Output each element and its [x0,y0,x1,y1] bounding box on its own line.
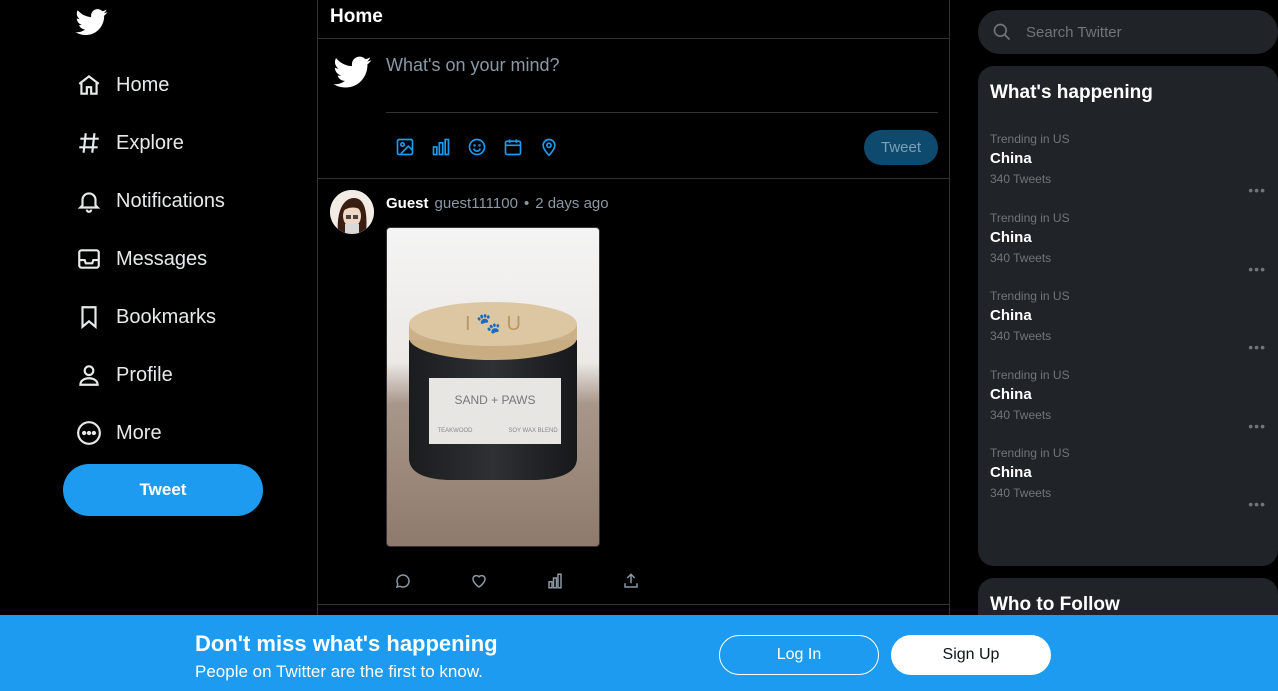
trend-context: Trending in US [990,132,1070,146]
avatar[interactable] [330,190,374,234]
schedule-icon[interactable] [502,136,524,158]
trend-context: Trending in US [990,368,1070,382]
hashtag-icon [74,128,104,158]
nav-home[interactable]: Home [74,65,169,105]
tweet-composer: What's on your mind? Tweet [318,39,949,179]
trend-item[interactable]: Trending in US China 340 Tweets ••• [990,446,1266,524]
trend-title: China [990,464,1032,481]
trend-item[interactable]: Trending in US China 340 Tweets ••• [990,211,1266,289]
nav-home-label: Home [116,73,170,96]
nav-more-label: More [116,421,162,444]
tweet-actions [394,571,698,591]
nav-profile-label: Profile [116,363,173,386]
nav-more[interactable]: More [74,413,162,453]
trend-item[interactable]: Trending in US China 340 Tweets ••• [990,368,1266,446]
nav-explore-label: Explore [116,131,184,154]
trend-count: 340 Tweets [990,329,1052,343]
nav-notifications[interactable]: Notifications [74,181,225,221]
tweet-author-handle[interactable]: guest111100 [435,195,518,212]
stats-icon[interactable] [546,571,622,591]
bookmark-icon [74,302,104,332]
signup-banner: Don't miss what's happening People on Tw… [0,615,1278,691]
trend-more-icon[interactable]: ••• [1248,496,1266,512]
home-icon [74,70,104,100]
envelope-icon [74,244,104,274]
nav-bookmarks-label: Bookmarks [116,305,217,328]
trend-count: 340 Tweets [990,408,1052,422]
banner-subtext: People on Twitter are the first to know. [195,662,483,681]
tweet-item[interactable]: Guest guest111100 • 2 days ago SAND + PA… [318,179,949,605]
trend-count: 340 Tweets [990,486,1052,500]
trend-context: Trending in US [990,289,1070,303]
trend-context: Trending in US [990,446,1070,460]
compose-tweet-button[interactable]: Tweet [864,130,938,165]
emoji-icon[interactable] [466,136,488,158]
image-label-wax: SOY WAX BLEND [508,428,558,434]
who-to-follow-title: Who to Follow [990,594,1120,615]
bell-icon [74,186,104,216]
trend-title: China [990,229,1032,246]
nav-profile[interactable]: Profile [74,355,173,395]
whats-happening-panel: What's happening Trending in US China 34… [978,66,1278,566]
trend-title: China [990,386,1032,403]
image-lid-engraving: I 🐾 U [465,313,521,335]
trend-item[interactable]: Trending in US China 340 Tweets ••• [990,132,1266,210]
tweet-meta: Guest guest111100 • 2 days ago [386,195,609,212]
right-sidebar: What's happening Trending in US China 34… [978,0,1278,691]
twitter-logo-icon[interactable] [74,6,110,40]
location-icon[interactable] [538,136,560,158]
search-icon [992,22,1012,42]
image-label-scent: TEAKWOOD [437,428,473,434]
share-icon[interactable] [622,571,698,591]
whats-happening-title: What's happening [990,82,1153,103]
image-label-brand: SAND + PAWS [454,393,535,407]
composer-toolbar [394,136,560,158]
tweet-timestamp[interactable]: 2 days ago [535,195,608,212]
trend-title: China [990,307,1032,324]
reply-icon[interactable] [394,571,470,591]
image-icon[interactable] [394,136,416,158]
nav-bookmarks[interactable]: Bookmarks [74,297,216,337]
meta-separator: • [523,195,530,212]
tweet-author-name[interactable]: Guest [386,195,429,212]
search-bar[interactable] [978,10,1278,54]
banner-headline: Don't miss what's happening [195,631,498,656]
trend-more-icon[interactable]: ••• [1248,261,1266,277]
trend-context: Trending in US [990,211,1070,225]
page-title: Home [330,6,383,27]
nav-notifications-label: Notifications [116,189,225,212]
signup-button[interactable]: Sign Up [891,635,1051,675]
like-icon[interactable] [470,571,546,591]
trend-more-icon[interactable]: ••• [1248,418,1266,434]
sidebar-tweet-button[interactable]: Tweet [63,464,263,516]
trend-more-icon[interactable]: ••• [1248,339,1266,355]
trend-item[interactable]: Trending in US China 340 Tweets ••• [990,289,1266,367]
person-icon [74,360,104,390]
compose-input[interactable]: What's on your mind? [386,55,938,113]
timeline-header: Home [318,0,949,39]
trend-more-icon[interactable]: ••• [1248,182,1266,198]
poll-icon[interactable] [430,136,452,158]
nav-messages-label: Messages [116,247,208,270]
composer-avatar-twitter-icon [332,53,374,93]
main-timeline: Home What's on your mind? Tweet Guest gu… [317,0,950,691]
trend-count: 340 Tweets [990,172,1052,186]
search-input[interactable] [1026,23,1256,41]
nav-explore[interactable]: Explore [74,123,184,163]
trend-count: 340 Tweets [990,251,1052,265]
trend-title: China [990,150,1032,167]
login-button[interactable]: Log In [719,635,879,675]
more-circle-icon [74,418,104,448]
nav-messages[interactable]: Messages [74,239,207,279]
tweet-image[interactable]: SAND + PAWS TEAKWOOD SOY WAX BLEND I 🐾 U [386,227,600,547]
left-sidebar: Home Explore Notifications Messages Book… [0,0,318,691]
